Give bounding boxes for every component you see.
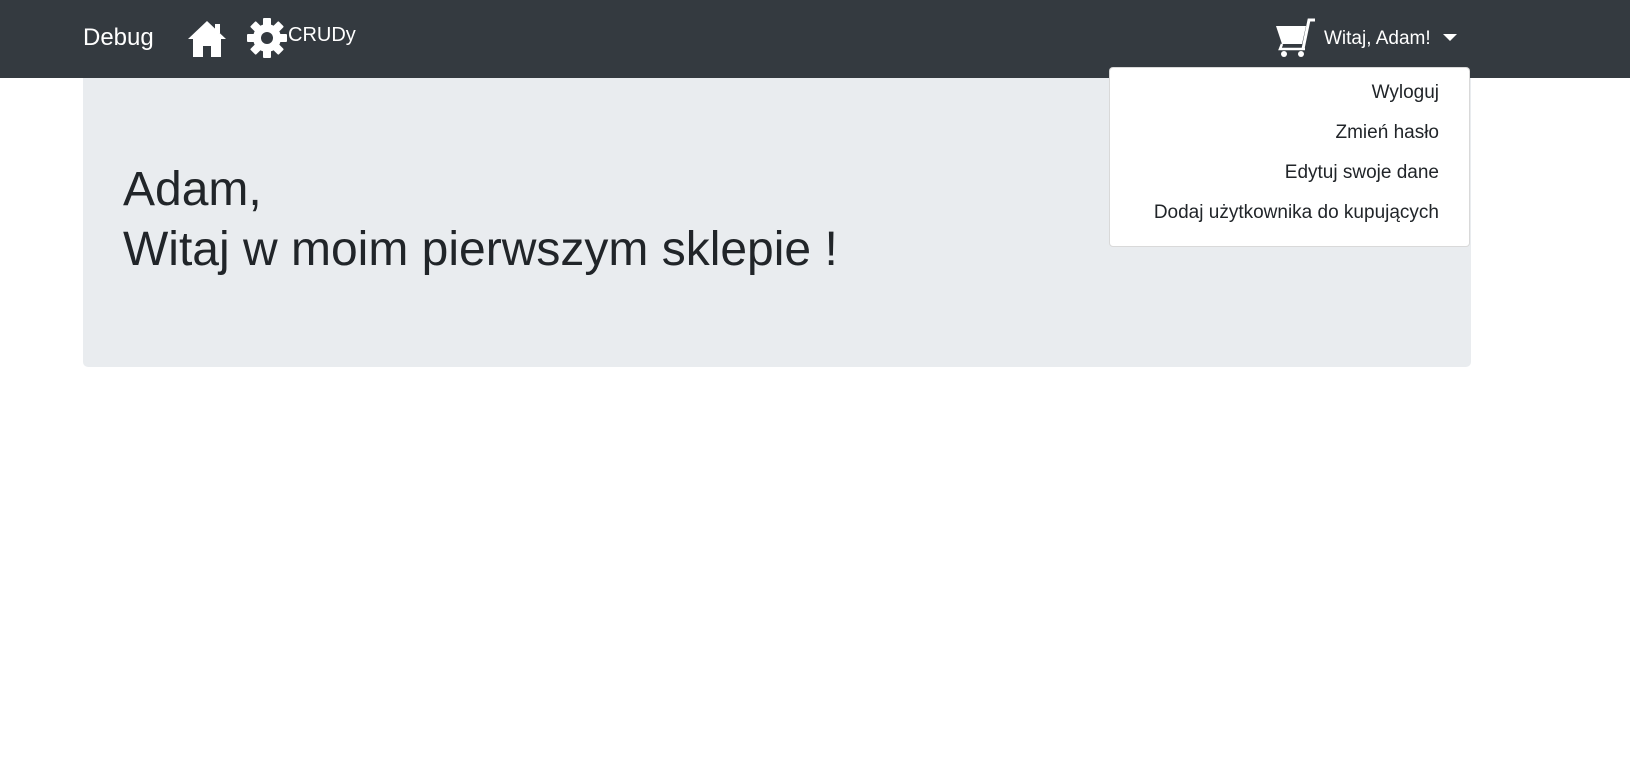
welcome-name: Adam, (123, 163, 262, 216)
user-greeting: Witaj, Adam! (1324, 28, 1431, 49)
crud-label: CRUDy (288, 24, 356, 46)
user-dropdown-menu: Wyloguj Zmień hasło Edytuj swoje dane Do… (1109, 67, 1470, 247)
brand-link[interactable]: Debug (83, 23, 154, 53)
home-icon (188, 21, 226, 57)
cart-link[interactable] (1274, 18, 1316, 58)
caret-down-icon (1442, 34, 1457, 41)
change-password-item[interactable]: Zmień hasło (1110, 119, 1469, 159)
logout-item[interactable]: Wyloguj (1110, 79, 1469, 119)
welcome-message: Witaj w moim pierwszym sklepie ! (123, 223, 838, 276)
edit-profile-item[interactable]: Edytuj swoje dane (1110, 159, 1469, 199)
add-user-to-buyers-item[interactable]: Dodaj użytkownika do kupujących (1110, 199, 1469, 239)
user-menu-toggle[interactable]: Witaj, Adam! (1324, 25, 1457, 53)
welcome-heading: Adam, Witaj w moim pierwszym sklepie ! (123, 160, 838, 280)
home-link[interactable] (186, 18, 228, 60)
cart-icon (1276, 18, 1315, 57)
gear-icon (247, 18, 287, 58)
